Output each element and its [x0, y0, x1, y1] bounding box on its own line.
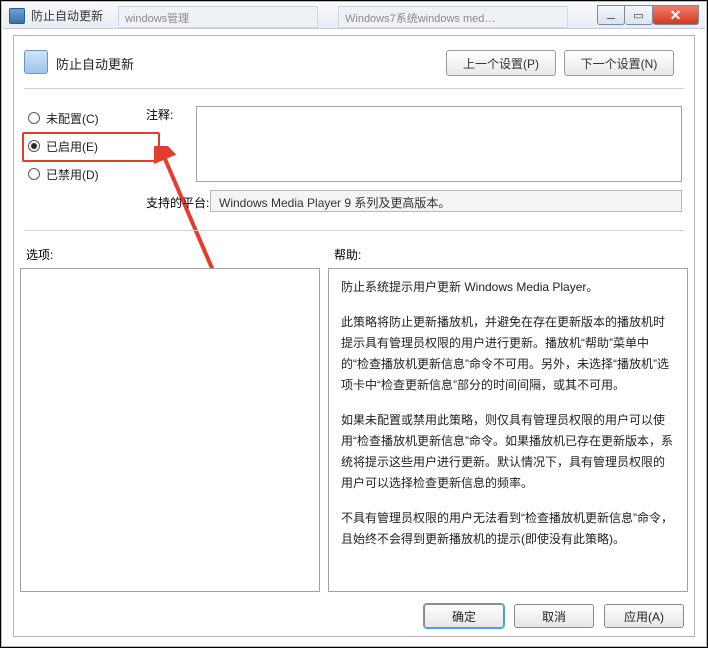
- help-paragraph: 防止系统提示用户更新 Windows Media Player。: [341, 277, 675, 298]
- window-title: 防止自动更新: [31, 7, 103, 24]
- next-setting-button[interactable]: 下一个设置(N): [564, 50, 674, 76]
- help-paragraph: 不具有管理员权限的用户无法看到“检查播放机更新信息”命令，且始终不会得到更新播放…: [341, 508, 675, 550]
- cancel-button[interactable]: 取消: [514, 604, 594, 628]
- comment-textarea[interactable]: [196, 106, 682, 182]
- maximize-button[interactable]: ▭: [625, 5, 653, 25]
- radio-label: 已启用(E): [46, 138, 98, 155]
- radio-icon: [28, 112, 40, 124]
- help-paragraph: 如果未配置或禁用此策略，则仅具有管理员权限的用户可以使用“检查播放机更新信息”命…: [341, 410, 675, 494]
- radio-enabled[interactable]: 已启用(E): [28, 132, 148, 160]
- apply-button[interactable]: 应用(A): [604, 604, 684, 628]
- platform-label: 支持的平台:: [146, 194, 209, 211]
- window-frame: 防止自动更新 windows管理 Windows7系统windows med… …: [0, 0, 708, 648]
- options-pane[interactable]: [20, 268, 320, 592]
- dialog-content: 防止自动更新 上一个设置(P) 下一个设置(N) 未配置(C) 已启用(E) 已…: [13, 35, 695, 637]
- dialog-button-row: 确定 取消 应用(A): [424, 604, 684, 628]
- state-radio-group: 未配置(C) 已启用(E) 已禁用(D): [28, 104, 148, 188]
- background-tab: Windows7系统windows med…: [338, 6, 568, 28]
- dialog-heading: 防止自动更新: [56, 54, 134, 73]
- options-label: 选项:: [26, 246, 53, 263]
- help-paragraph: 此策略将防止更新播放机，并避免在存在更新版本的播放机时提示具有管理员权限的用户进…: [341, 312, 675, 396]
- radio-not-configured[interactable]: 未配置(C): [28, 104, 148, 132]
- radio-disabled[interactable]: 已禁用(D): [28, 160, 148, 188]
- app-icon: [9, 8, 25, 24]
- platform-text: Windows Media Player 9 系列及更高版本。: [210, 190, 682, 212]
- ok-button[interactable]: 确定: [424, 604, 504, 628]
- previous-setting-button[interactable]: 上一个设置(P): [446, 50, 556, 76]
- dialog-header: 防止自动更新 上一个设置(P) 下一个设置(N): [24, 50, 684, 80]
- titlebar[interactable]: 防止自动更新 windows管理 Windows7系统windows med… …: [3, 3, 705, 29]
- radio-label: 已禁用(D): [46, 166, 99, 183]
- radio-label: 未配置(C): [46, 110, 99, 127]
- help-pane[interactable]: 防止系统提示用户更新 Windows Media Player。 此策略将防止更…: [328, 268, 688, 592]
- minimize-button[interactable]: ─: [597, 5, 625, 25]
- radio-icon: [28, 140, 40, 152]
- background-tab: windows管理: [118, 6, 318, 28]
- comment-label: 注释:: [146, 106, 173, 123]
- close-button[interactable]: ✕: [653, 5, 699, 25]
- policy-icon: [24, 50, 48, 74]
- radio-icon: [28, 168, 40, 180]
- help-label: 帮助:: [334, 246, 361, 263]
